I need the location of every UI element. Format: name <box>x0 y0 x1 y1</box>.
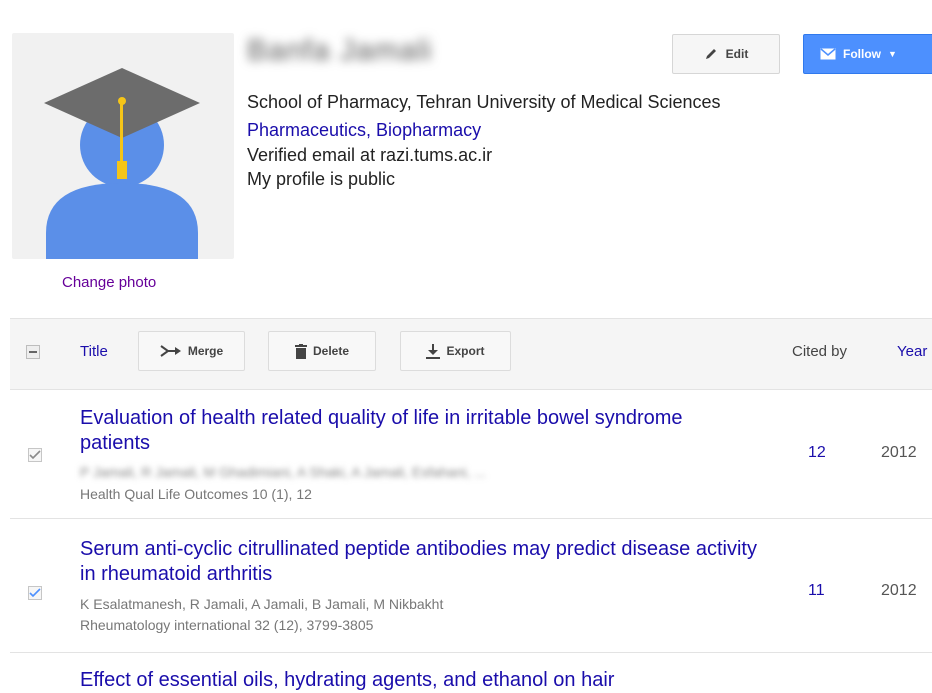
research-interests-link[interactable]: Pharmaceutics, Biopharmacy <box>247 119 481 141</box>
merge-label: Merge <box>187 344 224 358</box>
article-venue: Rheumatology international 32 (12), 3799… <box>80 617 374 633</box>
profile-visibility: My profile is public <box>247 169 396 189</box>
merge-button[interactable]: Merge <box>138 331 245 371</box>
pencil-icon <box>705 49 716 59</box>
cited-by-count-link[interactable]: 12 <box>808 444 826 462</box>
cited-by-header: Cited by <box>792 343 848 360</box>
edit-label: Edit <box>725 47 749 61</box>
article-title-link[interactable]: Evaluation of health related quality of … <box>80 406 720 456</box>
profile-photo <box>12 33 234 259</box>
profile-affiliation: School of Pharmacy, Tehran University of… <box>247 92 721 112</box>
article-checkbox[interactable] <box>28 448 42 462</box>
envelope-icon <box>820 48 836 60</box>
cited-by-count-link[interactable]: 11 <box>808 582 825 600</box>
graduation-cap-avatar-icon <box>44 68 200 259</box>
row-divider <box>10 518 932 519</box>
delete-label: Delete <box>312 344 350 358</box>
chevron-down-icon: ▼ <box>888 49 897 59</box>
verified-email: Verified email at razi.tums.ac.ir <box>247 145 493 165</box>
select-all-checkbox[interactable] <box>26 345 40 359</box>
merge-icon <box>160 345 181 357</box>
export-button[interactable]: Export <box>400 331 511 371</box>
delete-button[interactable]: Delete <box>268 331 376 371</box>
sort-by-title[interactable]: Title <box>80 343 108 360</box>
checkmark-icon <box>29 588 41 598</box>
article-year: 2012 <box>881 444 917 461</box>
sort-by-year[interactable]: Year <box>897 343 927 360</box>
edit-button[interactable]: Edit <box>672 34 780 74</box>
row-divider <box>10 652 932 653</box>
checkmark-icon <box>29 450 41 460</box>
article-authors: K Esalatmanesh, R Jamali, A Jamali, B Ja… <box>80 596 444 612</box>
download-icon <box>426 343 441 359</box>
article-authors: P Jamali, R Jamali, M Ghadimiani, A Shak… <box>80 464 486 480</box>
article-title-link[interactable]: Serum anti-cyclic citrullinated peptide … <box>80 537 760 587</box>
profile-name: Banfa Jamali <box>247 34 433 67</box>
article-year: 2012 <box>881 582 917 599</box>
trash-icon <box>294 343 307 359</box>
change-photo-link[interactable]: Change photo <box>62 274 156 291</box>
article-checkbox[interactable] <box>28 586 42 600</box>
article-venue: Health Qual Life Outcomes 10 (1), 12 <box>80 486 312 502</box>
export-label: Export <box>446 344 485 358</box>
follow-button[interactable]: Follow ▼ <box>803 34 932 74</box>
follow-label: Follow <box>843 47 881 61</box>
